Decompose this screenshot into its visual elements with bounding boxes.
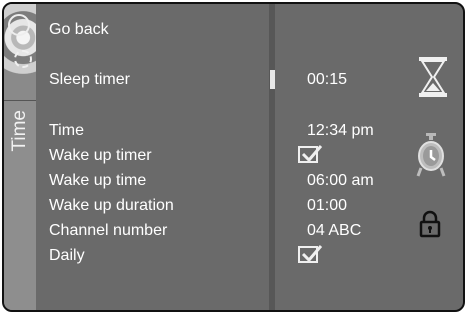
checkmark-icon bbox=[301, 245, 323, 263]
side-tab: Time bbox=[4, 4, 36, 310]
daily-checkbox[interactable] bbox=[298, 245, 323, 263]
wake-up-duration-label[interactable]: Wake up duration bbox=[49, 196, 174, 216]
wake-up-timer-checkbox[interactable] bbox=[298, 145, 323, 163]
time-value[interactable]: 12:34 pm bbox=[307, 121, 374, 141]
daily-label[interactable]: Daily bbox=[49, 246, 85, 266]
checkmark-icon bbox=[301, 145, 323, 163]
channel-number-label[interactable]: Channel number bbox=[49, 221, 167, 241]
side-tab-label-container: Time bbox=[4, 104, 36, 224]
wake-up-time-value[interactable]: 06:00 am bbox=[307, 171, 374, 191]
padlock-icon bbox=[419, 210, 441, 238]
wake-up-duration-value[interactable]: 01:00 bbox=[307, 196, 347, 216]
column-divider bbox=[269, 4, 275, 310]
wake-up-time-label[interactable]: Wake up time bbox=[49, 171, 146, 191]
time-label[interactable]: Time bbox=[49, 121, 84, 141]
side-tab-label: Time bbox=[9, 110, 30, 152]
selection-indicator bbox=[270, 70, 275, 89]
alarm-clock-icon bbox=[416, 133, 446, 177]
sleep-timer-value[interactable]: 00:15 bbox=[307, 70, 347, 90]
time-menu-panel: Time Go back Sleep timer 00:15 Time 12:3… bbox=[2, 2, 465, 312]
wake-up-timer-label[interactable]: Wake up timer bbox=[49, 146, 152, 166]
channel-number-value[interactable]: 04 ABC bbox=[307, 221, 361, 241]
time-thumbnail-image bbox=[4, 4, 36, 101]
sleep-timer-label[interactable]: Sleep timer bbox=[49, 70, 130, 90]
go-back-item[interactable]: Go back bbox=[49, 20, 109, 40]
hourglass-icon bbox=[419, 57, 447, 97]
